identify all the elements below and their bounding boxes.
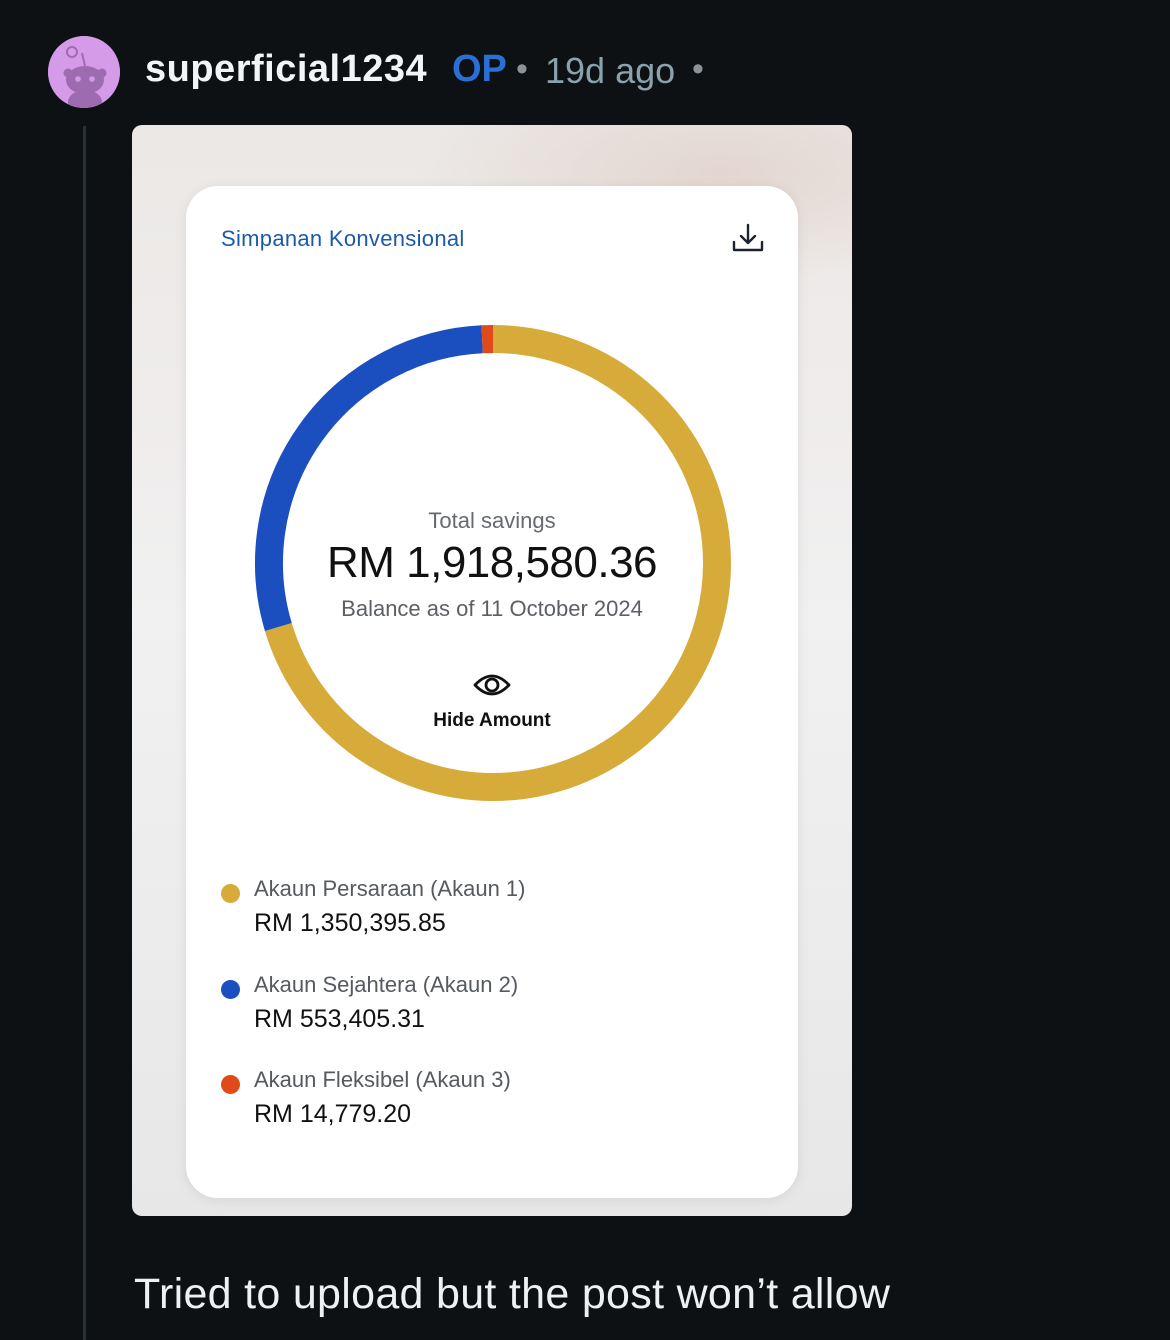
comment-body: Tried to upload but the post won’t allow <box>134 1270 891 1318</box>
attached-image[interactable]: Simpanan Konvensional Total savings RM 1… <box>132 125 852 1216</box>
legend-amount: RM 14,779.20 <box>254 1100 412 1128</box>
user-avatar[interactable] <box>48 36 120 108</box>
separator-dot: • <box>692 50 704 88</box>
eye-icon[interactable] <box>473 670 511 700</box>
thread-line[interactable] <box>83 126 86 1340</box>
legend-name: Akaun Sejahtera (Akaun 2) <box>254 972 519 997</box>
total-savings-amount: RM 1,918,580.36 <box>326 538 658 587</box>
legend-dot <box>221 980 240 999</box>
separator-dot: • <box>516 50 528 88</box>
download-icon[interactable] <box>730 220 766 256</box>
legend-dot <box>221 884 240 903</box>
legend-name: Akaun Fleksibel (Akaun 3) <box>254 1067 511 1092</box>
username[interactable]: superficial1234 <box>145 48 427 91</box>
op-badge: OP <box>452 48 507 90</box>
balance-date: Balance as of 11 October 2024 <box>341 596 643 621</box>
legend-amount: RM 553,405.31 <box>254 1005 425 1033</box>
comment-age[interactable]: 19d ago <box>545 50 675 92</box>
legend-name: Akaun Persaraan (Akaun 1) <box>254 876 526 901</box>
snoo-avatar-icon <box>48 36 120 108</box>
total-savings-label: Total savings <box>428 508 556 533</box>
legend-dot <box>221 1075 240 1094</box>
hide-amount-button[interactable]: Hide Amount <box>186 710 798 732</box>
legend-amount: RM 1,350,395.85 <box>254 909 446 937</box>
savings-card: Simpanan Konvensional Total savings RM 1… <box>186 186 798 1198</box>
card-title: Simpanan Konvensional <box>221 226 465 251</box>
comment-thread: superficial1234 OP • 19d ago • Simpanan … <box>0 0 1170 1340</box>
